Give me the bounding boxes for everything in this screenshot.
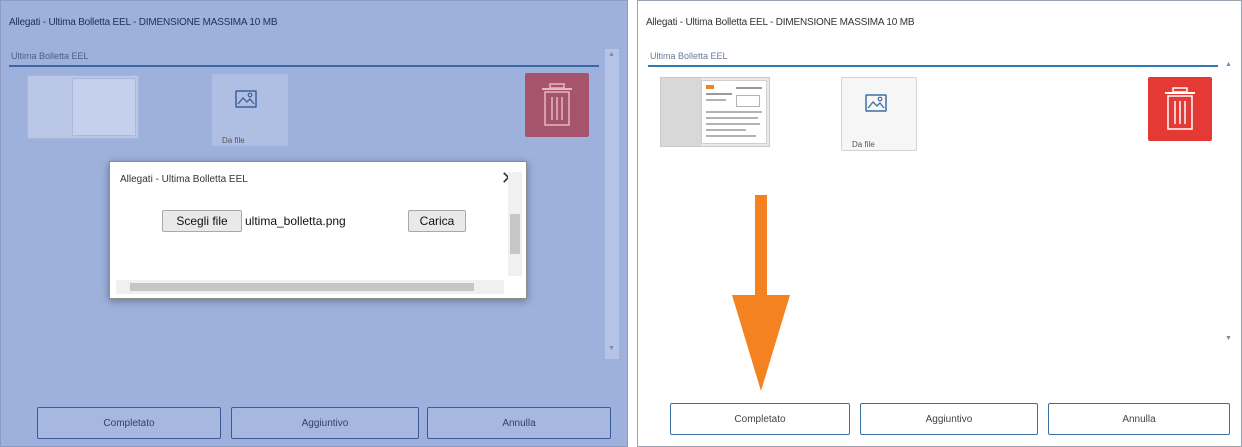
upload-dialog: Allegati - Ultima Bolletta EEL ✕ Scegli … (109, 161, 527, 299)
image-icon (865, 94, 887, 112)
section-divider (9, 65, 599, 67)
trash-icon (542, 83, 572, 126)
complete-button[interactable]: Completato (670, 403, 850, 435)
image-icon (235, 90, 257, 108)
complete-button[interactable]: Completato (37, 407, 221, 439)
delete-button[interactable] (525, 73, 589, 137)
upload-button[interactable]: Carica (408, 210, 466, 232)
section-divider (648, 65, 1218, 67)
section-label: Ultima Bolletta EEL (11, 51, 89, 61)
panel-scrollbar[interactable]: ▲ ▼ (605, 49, 619, 359)
right-attachments-panel: Allegati - Ultima Bolletta EEL - DIMENSI… (637, 0, 1242, 447)
additional-button[interactable]: Aggiuntivo (860, 403, 1038, 435)
scroll-up-icon[interactable]: ▲ (1225, 61, 1232, 68)
scroll-down-icon[interactable]: ▼ (1225, 335, 1232, 342)
dialog-horizontal-scrollbar[interactable] (116, 280, 504, 294)
from-file-button[interactable]: Da file (211, 73, 289, 147)
attachment-thumbnail[interactable] (660, 77, 770, 147)
down-arrow-annotation (732, 195, 790, 391)
from-file-button[interactable]: Da file (841, 77, 917, 151)
dialog-vertical-scrollbar[interactable] (508, 172, 522, 276)
selected-file-name: ultima_bolletta.png (245, 214, 346, 228)
section-label: Ultima Bolletta EEL (650, 51, 728, 61)
trash-icon (1165, 87, 1195, 130)
from-file-label: Da file (222, 136, 245, 145)
from-file-label: Da file (852, 140, 875, 149)
cancel-button[interactable]: Annulla (427, 407, 611, 439)
cancel-button[interactable]: Annulla (1048, 403, 1230, 435)
attachment-thumbnail[interactable] (27, 75, 139, 139)
scroll-up-icon[interactable]: ▲ (608, 51, 615, 58)
choose-file-button[interactable]: Scegli file (162, 210, 242, 232)
document-preview (701, 80, 767, 144)
additional-button[interactable]: Aggiuntivo (231, 407, 419, 439)
delete-button[interactable] (1148, 77, 1212, 141)
panel-title: Allegati - Ultima Bolletta EEL - DIMENSI… (646, 17, 915, 28)
panel-scrollbar[interactable]: ▲ ▼ (1222, 49, 1236, 359)
dialog-title: Allegati - Ultima Bolletta EEL (120, 174, 248, 185)
panel-title: Allegati - Ultima Bolletta EEL - DIMENSI… (9, 17, 278, 28)
left-attachments-panel: Allegati - Ultima Bolletta EEL - DIMENSI… (0, 0, 628, 447)
scroll-thumb[interactable] (130, 283, 474, 291)
scroll-thumb[interactable] (510, 214, 520, 254)
scroll-down-icon[interactable]: ▼ (608, 345, 615, 352)
